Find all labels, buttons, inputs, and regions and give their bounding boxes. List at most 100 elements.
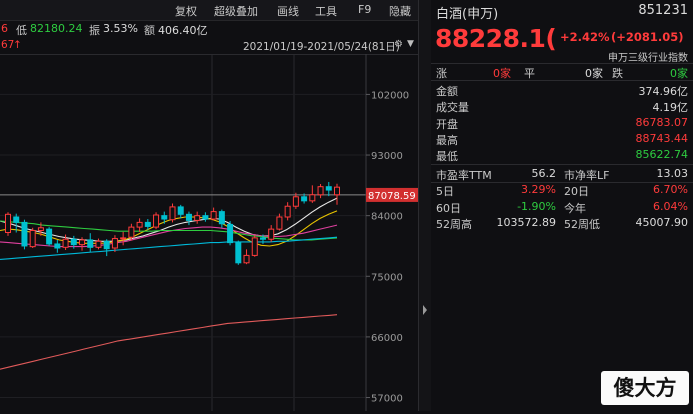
- valuation-value: 56.2: [531, 167, 557, 180]
- candle-body: [13, 216, 20, 223]
- candle-body: [177, 206, 184, 215]
- candle-body: [276, 216, 283, 230]
- valuation-row: 60日 -1.90% 今年 6.04%: [431, 199, 693, 215]
- candle-body: [202, 215, 209, 220]
- candle-body: [309, 194, 316, 202]
- tools-button[interactable]: 工具: [315, 3, 337, 19]
- candle-body: [218, 211, 225, 225]
- stat-value: 374.96亿: [638, 85, 689, 98]
- index-code: 851231: [638, 3, 688, 18]
- candle-body: [136, 221, 143, 228]
- abs-change: (+2081.05): [611, 30, 684, 44]
- stat-row: 金额 374.96亿: [431, 82, 693, 98]
- stat-value: 4.19亿: [652, 101, 689, 115]
- candle-body: [87, 239, 94, 248]
- down-count-label: 跌: [612, 67, 623, 80]
- stat-label: 最高: [436, 133, 458, 147]
- price-tick-label: 57000: [371, 394, 403, 405]
- panel-divider[interactable]: [418, 0, 431, 411]
- candle-body: [37, 227, 44, 231]
- stat-value: 86783.07: [635, 115, 689, 129]
- candle-body: [169, 206, 176, 221]
- stat-value: 85622.74: [635, 148, 689, 162]
- candle-body: [317, 186, 324, 196]
- valuation-label: 52周高: [436, 217, 472, 231]
- f9-button[interactable]: F9: [358, 3, 371, 16]
- valuation-row: 5日 3.29% 20日 6.70%: [431, 182, 693, 198]
- valuation-label: 市盈率TTM: [436, 169, 492, 182]
- candle-body: [62, 238, 69, 248]
- category-label: 申万三级行业指数: [608, 53, 688, 64]
- valuation-value: 45007.90: [635, 215, 689, 229]
- candle-body: [268, 228, 275, 240]
- candle-body: [251, 237, 258, 256]
- candle-body: [227, 223, 234, 244]
- restore-rights-button[interactable]: 复权: [175, 3, 197, 19]
- candle-body: [5, 213, 11, 233]
- info-prefix: 6: [1, 22, 8, 35]
- stat-value: 88743.44: [635, 131, 689, 145]
- valuation-value: 13.03: [656, 167, 689, 180]
- divider: [431, 164, 693, 165]
- amplitude-value: 3.53%: [103, 22, 138, 35]
- valuation-label: 5日: [436, 185, 454, 199]
- candle-body: [243, 254, 250, 264]
- date-range-text[interactable]: 2021/01/19-2021/05/24(81日): [243, 39, 400, 54]
- quote-info-row: 6 低 82180.24 振 3.53% 额 406.40亿: [0, 20, 428, 37]
- price-tick-label: 93000: [371, 151, 403, 162]
- candle-body: [120, 237, 127, 240]
- valuation-value: 3.29%: [521, 183, 556, 197]
- valuation-value: 6.70%: [653, 183, 688, 197]
- valuation-row: 52周高 103572.89 52周低 45007.90: [431, 215, 693, 231]
- candle-body: [235, 242, 242, 264]
- divider: [431, 80, 693, 81]
- stat-row: 最低 85622.74: [431, 147, 693, 163]
- up-count-value: 0家: [493, 67, 511, 80]
- amplitude-label: 振: [89, 24, 100, 37]
- candlestick-chart[interactable]: 102000 93000 84000 75000 66000 57000 87078.59: [0, 54, 418, 411]
- chevron-down-icon[interactable]: ▼: [407, 39, 414, 49]
- quote-panel: 白酒(申万) 851231 88228.1( +2.42% (+2081.05)…: [431, 0, 693, 411]
- date-range-row: 67 ↑ 2021/01/19-2021/05/24(81日) ⚙ ▼: [0, 37, 428, 55]
- candle-body: [292, 196, 299, 207]
- stat-label: 开盘: [436, 117, 458, 131]
- candle-body: [161, 215, 168, 220]
- flat-count-label: 平: [524, 67, 535, 80]
- candle-body: [95, 240, 102, 248]
- valuation-value: 103572.89: [496, 215, 557, 229]
- gear-icon[interactable]: ⚙: [394, 39, 403, 50]
- current-price-label: 87078.59: [368, 191, 416, 202]
- price-tick-label: 75000: [371, 272, 403, 283]
- amount-label: 额: [144, 24, 155, 37]
- candle-body: [153, 214, 160, 228]
- stat-row: 最高 88743.44: [431, 131, 693, 147]
- valuation-value: -1.90%: [517, 199, 556, 213]
- super-overlay-button[interactable]: 超级叠加: [214, 3, 258, 19]
- moving-average-line: [0, 314, 338, 370]
- candle-body: [210, 211, 217, 220]
- flat-count-value: 0家: [585, 67, 603, 80]
- candle-body: [111, 238, 118, 249]
- stat-label: 最低: [436, 150, 458, 164]
- up-count-label: 涨: [436, 67, 447, 80]
- candle-body: [21, 221, 28, 247]
- candle-body: [29, 229, 36, 248]
- valuation-value: 6.04%: [653, 199, 688, 213]
- hide-button[interactable]: 隐藏: [389, 3, 411, 19]
- collapse-arrow-icon[interactable]: [423, 305, 427, 315]
- price-tick-label: 84000: [371, 212, 403, 223]
- draw-line-button[interactable]: 画线: [277, 3, 299, 19]
- candle-body: [79, 239, 86, 246]
- price-tick-label: 66000: [371, 333, 403, 344]
- stat-label: 成交量: [436, 101, 469, 115]
- valuation-row: 市盈率TTM 56.2 市净率LF 13.03: [431, 166, 693, 182]
- candle-body: [103, 240, 110, 250]
- low-value: 82180.24: [30, 22, 83, 35]
- watermark-logo: 傻大方: [601, 371, 689, 405]
- stat-label: 金额: [436, 85, 458, 98]
- candle-body: [128, 226, 135, 238]
- candle-body: [325, 186, 332, 191]
- candle-body: [259, 237, 266, 240]
- candle-body: [284, 205, 291, 218]
- price-tick-label: 102000: [371, 90, 409, 101]
